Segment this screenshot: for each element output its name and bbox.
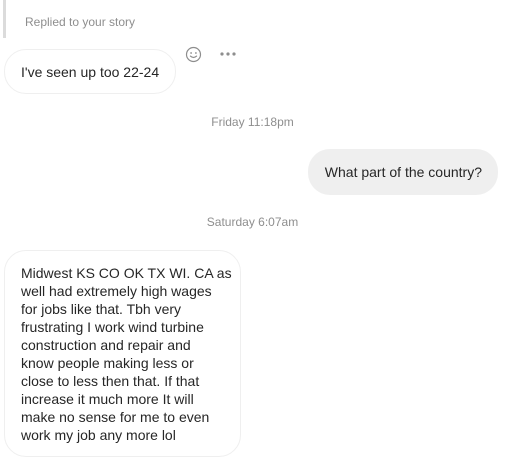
message-timestamp: Saturday 6:07am: [206, 215, 299, 229]
message-text-line: make no sense for me to even: [21, 409, 210, 425]
story-reply-indicator[interactable]: Replied to your story: [3, 0, 135, 38]
message-actions: [183, 44, 238, 64]
message-text-line: for jobs like that. Tbh very: [21, 301, 182, 317]
message-text: What part of the country?: [324, 164, 482, 180]
story-reply-label: Replied to your story: [25, 15, 136, 29]
message-text-line: construction and repair and: [21, 337, 191, 353]
emoji-react-icon: [185, 46, 201, 62]
incoming-message-bubble[interactable]: I've seen up too 22-24: [4, 49, 177, 94]
message-text-line: close to less then that. If that: [21, 373, 200, 389]
message-text-line: work my job any more lol: [21, 427, 176, 443]
message-timestamp: Friday 11:18pm: [211, 115, 294, 129]
message-text: I've seen up too 22-24: [21, 64, 160, 80]
message-text-line: frustrating I work wind turbine: [21, 319, 204, 335]
message-text-line: know people making less or: [21, 355, 194, 371]
message-text-line: increase it much more It will: [21, 391, 194, 407]
emoji-react-button[interactable]: [183, 44, 203, 64]
message-text-line: well had extremely high wages: [21, 283, 212, 299]
outgoing-message-bubble[interactable]: What part of the country?: [307, 149, 498, 195]
more-options-button[interactable]: [218, 44, 238, 64]
incoming-message-bubble[interactable]: Midwest KS CO OK TX WI. CA as well had e…: [4, 250, 241, 457]
more-options-icon: [220, 52, 236, 56]
message-text-line: Midwest KS CO OK TX WI. CA as: [21, 265, 232, 281]
